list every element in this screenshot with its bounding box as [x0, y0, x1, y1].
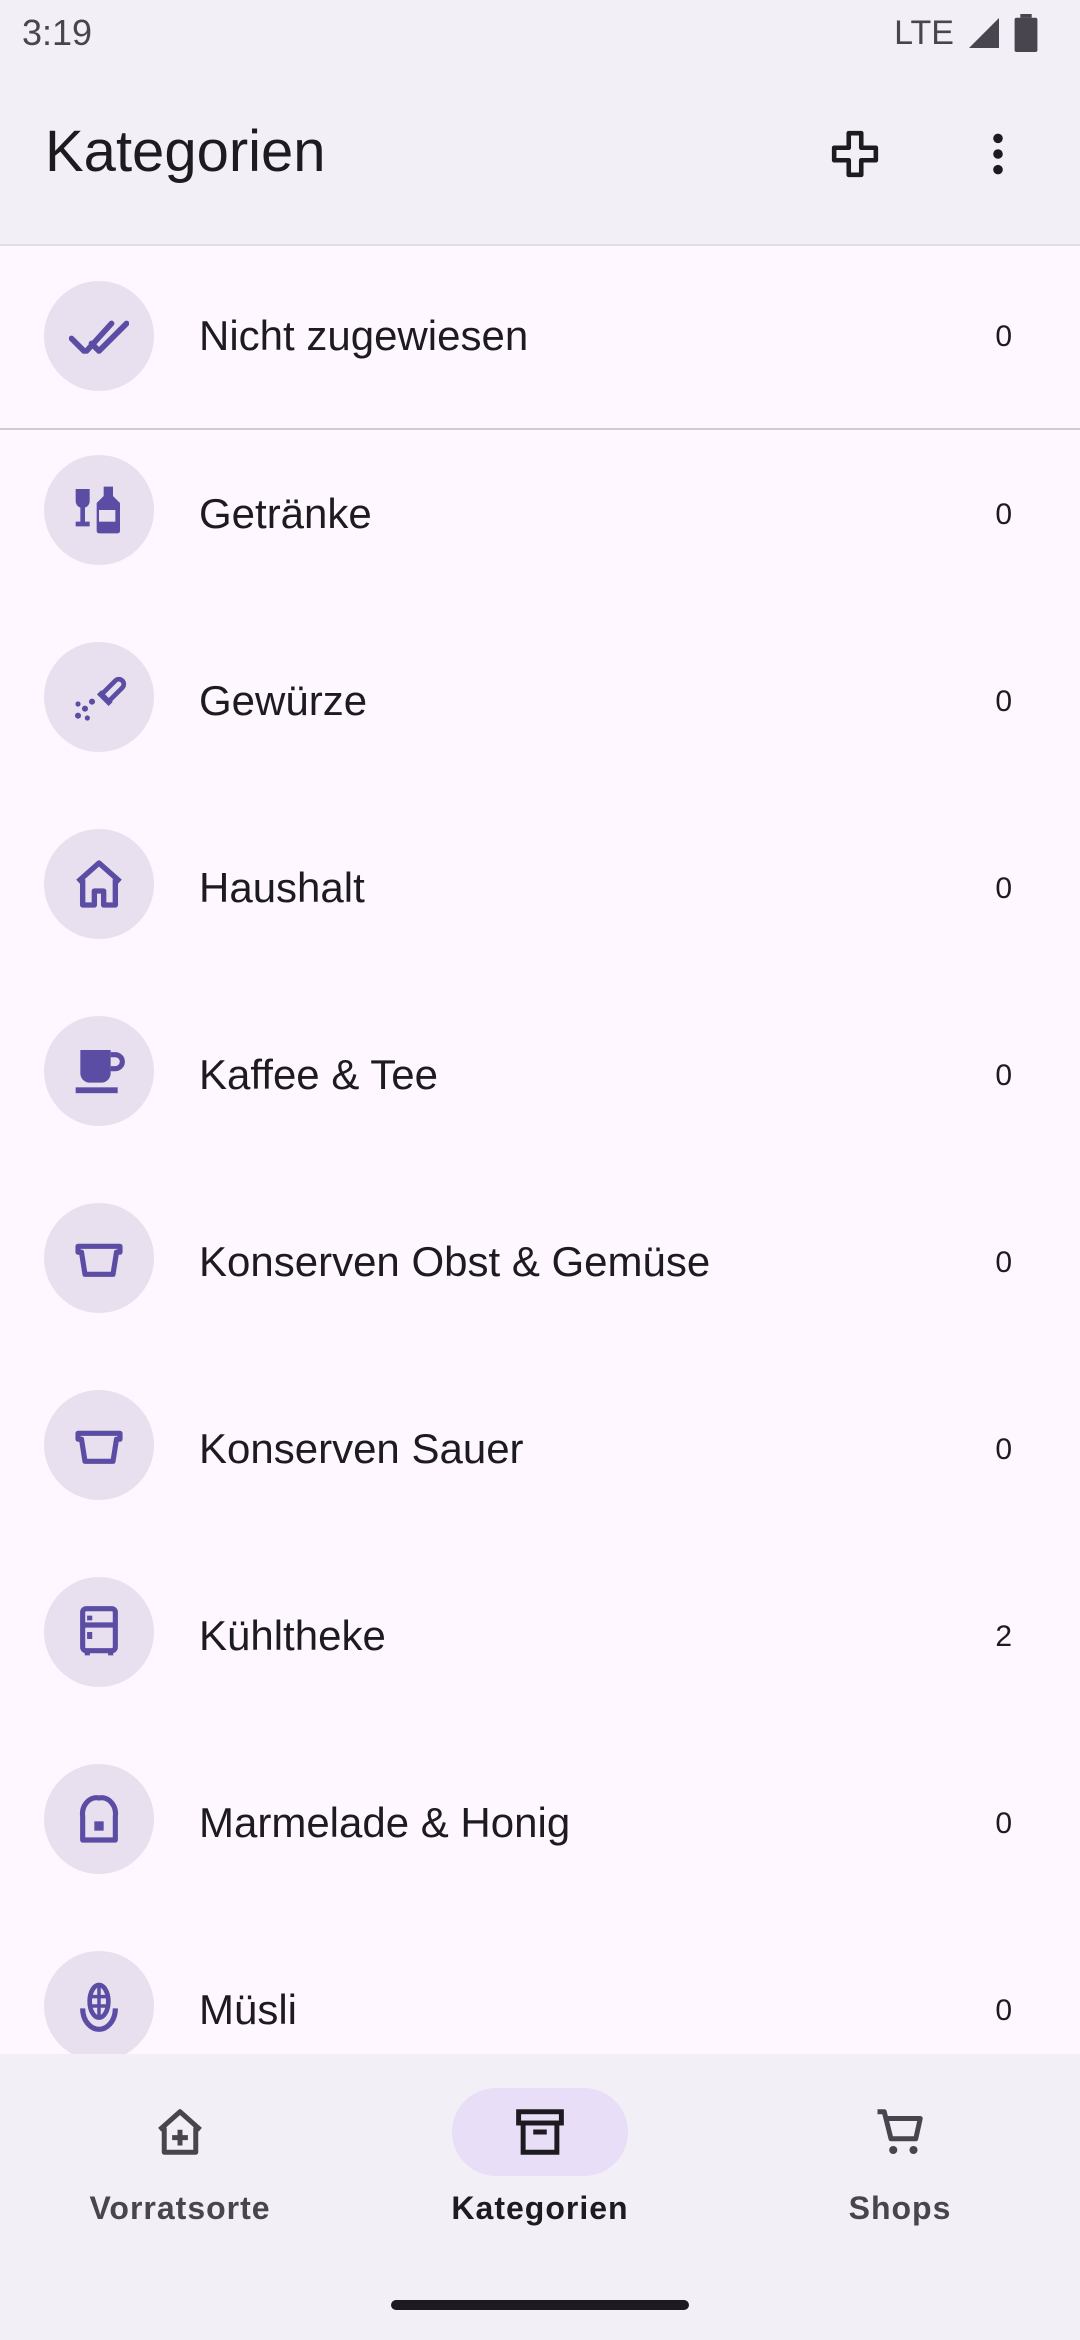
category-label: Konserven Obst & Gemüse — [199, 1238, 711, 1285]
category-row[interactable]: Kühltheke 2 — [0, 1552, 1080, 1738]
nav-item-vorratsorte[interactable]: Vorratsorte — [0, 2054, 360, 2254]
category-count: 0 — [995, 685, 1012, 718]
nav-indicator-active — [452, 2088, 628, 2176]
category-count: 0 — [995, 1807, 1012, 1840]
bread-icon — [79, 1795, 119, 1843]
category-count: 0 — [995, 1059, 1012, 1092]
nav-label: Kategorien — [451, 2190, 629, 2226]
category-row[interactable]: Haushalt 0 — [0, 804, 1080, 990]
category-avatar — [44, 642, 154, 752]
more-vert-icon — [993, 133, 1003, 175]
category-row[interactable]: Müsli 0 — [0, 1926, 1080, 2054]
category-avatar — [44, 281, 154, 391]
category-avatar — [44, 455, 154, 565]
can-icon — [75, 1243, 123, 1277]
archive-icon — [516, 2109, 564, 2155]
battery-icon — [1014, 14, 1038, 52]
category-label: Kühltheke — [199, 1612, 386, 1659]
fridge-icon — [80, 1606, 118, 1656]
category-row[interactable]: Getränke 0 — [0, 430, 1080, 616]
category-row[interactable]: Gewürze 0 — [0, 617, 1080, 803]
house-icon — [76, 860, 122, 908]
category-count: 0 — [995, 1994, 1012, 2027]
nav-indicator — [812, 2088, 988, 2176]
category-avatar — [44, 1203, 154, 1313]
category-list[interactable]: Nicht zugewiesen 0 Getränke 0 Gewürze 0 — [0, 246, 1080, 2054]
category-avatar — [44, 1764, 154, 1874]
home-plus-icon — [158, 2109, 202, 2155]
network-type: LTE — [894, 13, 954, 52]
category-label: Konserven Sauer — [199, 1425, 524, 1472]
cart-icon — [877, 2109, 923, 2155]
category-row[interactable]: Nicht zugewiesen 0 — [0, 246, 1080, 430]
category-avatar — [44, 1016, 154, 1126]
add-icon — [831, 130, 879, 178]
category-count: 0 — [995, 498, 1012, 531]
cup-icon — [75, 1050, 125, 1094]
category-label: Müsli — [199, 1986, 298, 2033]
category-row[interactable]: Marmelade & Honig 0 — [0, 1739, 1080, 1925]
status-bar: 3:19 LTE — [0, 0, 1080, 66]
can-icon — [75, 1430, 123, 1464]
category-count: 0 — [995, 1433, 1012, 1466]
category-label: Nicht zugewiesen — [199, 312, 529, 359]
page-title: Kategorien — [45, 119, 326, 184]
category-count: 0 — [995, 872, 1012, 905]
category-row[interactable]: Konserven Sauer 0 — [0, 1365, 1080, 1551]
liquor-icon — [75, 486, 120, 534]
nav-label: Shops — [848, 2190, 952, 2226]
add-category-button[interactable] — [815, 114, 895, 194]
grain-icon — [80, 1982, 118, 2032]
gesture-handle[interactable] — [391, 2300, 689, 2310]
nav-item-kategorien[interactable]: Kategorien — [360, 2054, 720, 2254]
category-count: 0 — [995, 1246, 1012, 1279]
category-avatar — [44, 1577, 154, 1687]
category-row[interactable]: Konserven Obst & Gemüse 0 — [0, 1178, 1080, 1364]
category-label: Kaffee & Tee — [199, 1051, 438, 1098]
nav-item-shops[interactable]: Shops — [720, 2054, 1080, 2254]
category-count: 2 — [995, 1620, 1012, 1653]
nav-indicator — [92, 2088, 268, 2176]
category-avatar — [44, 1390, 154, 1500]
done-all-icon — [69, 320, 129, 354]
category-avatar — [44, 829, 154, 939]
more-options-button[interactable] — [958, 114, 1038, 194]
top-app-bar: Kategorien — [0, 66, 1080, 246]
category-avatar — [44, 1951, 154, 2054]
bottom-navigation: Vorratsorte Kategorien Shops — [0, 2054, 1080, 2340]
category-row[interactable]: Kaffee & Tee 0 — [0, 991, 1080, 1177]
status-icons: LTE — [894, 12, 1038, 54]
category-label: Gewürze — [199, 677, 368, 724]
spice-icon — [74, 676, 127, 721]
signal-icon — [969, 18, 999, 48]
category-label: Haushalt — [199, 864, 365, 911]
category-label: Marmelade & Honig — [199, 1799, 571, 1846]
status-time: 3:19 — [22, 12, 93, 53]
nav-label: Vorratsorte — [89, 2190, 271, 2226]
category-label: Getränke — [199, 490, 372, 537]
category-count: 0 — [995, 320, 1012, 353]
